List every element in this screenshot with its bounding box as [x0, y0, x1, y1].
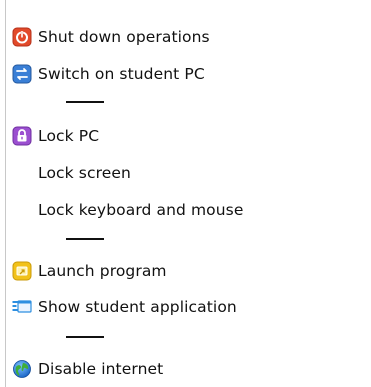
menu-item-launch-program[interactable]: Launch program	[12, 258, 167, 284]
menu-item-label: Launch program	[38, 262, 167, 280]
menu-separator	[66, 238, 104, 240]
menu-left-border	[5, 0, 6, 387]
menu-separator	[66, 336, 104, 338]
menu-item-label: Disable internet	[38, 360, 164, 378]
menu-item-shut-down-operations[interactable]: Shut down operations	[12, 24, 210, 50]
context-menu: Shut down operations Switch on student P…	[0, 0, 371, 387]
menu-separator	[66, 101, 104, 103]
show-application-icon	[12, 297, 32, 317]
menu-item-switch-on-student-pc[interactable]: Switch on student PC	[12, 61, 205, 87]
menu-item-show-student-application[interactable]: Show student application	[12, 294, 237, 320]
lock-icon	[12, 126, 32, 146]
power-icon	[12, 27, 32, 47]
menu-item-label: Switch on student PC	[38, 65, 205, 83]
menu-item-disable-internet[interactable]: Disable internet	[12, 356, 163, 382]
menu-item-label: Shut down operations	[38, 28, 210, 46]
menu-item-lock-pc[interactable]: Lock PC	[12, 123, 99, 149]
menu-item-lock-keyboard-and-mouse[interactable]: Lock keyboard and mouse	[12, 197, 244, 223]
menu-item-label: Lock PC	[38, 127, 100, 145]
menu-item-label: Show student application	[38, 298, 237, 316]
switch-on-pc-icon	[12, 64, 32, 84]
menu-item-label: Lock keyboard and mouse	[38, 201, 244, 219]
globe-icon	[12, 359, 32, 379]
menu-item-lock-screen[interactable]: Lock screen	[12, 160, 131, 186]
menu-item-label: Lock screen	[38, 164, 131, 182]
launch-program-icon	[12, 261, 32, 281]
